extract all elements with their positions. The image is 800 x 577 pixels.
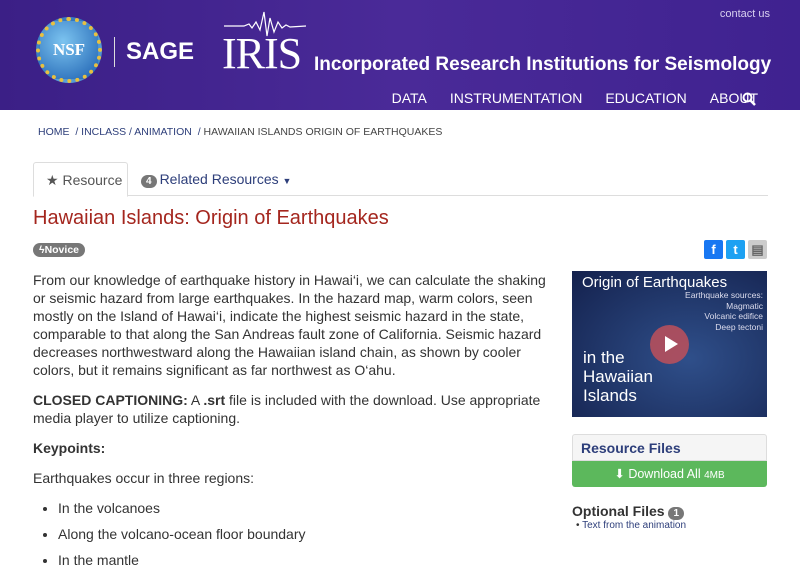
page-title: Hawaiian Islands: Origin of Earthquakes xyxy=(33,207,389,229)
cc-srt: .srt xyxy=(203,392,226,408)
optional-file-link[interactable]: Text from the animation xyxy=(582,520,686,531)
tab-resource[interactable]: ★ Resource xyxy=(33,162,128,197)
closed-captioning-note: CLOSED CAPTIONING: A .srt file is includ… xyxy=(33,391,553,427)
source-item: Volcanic edifice xyxy=(704,311,763,321)
level-badge: ϟNovice xyxy=(33,243,85,257)
tab-related-label: Related Resources xyxy=(159,171,279,187)
level-label: Novice xyxy=(44,244,79,256)
org-name: Incorporated Research Institutions for S… xyxy=(314,54,772,75)
tab-related-resources[interactable]: 4 Related Resources ▼ xyxy=(141,171,291,188)
nsf-logo[interactable]: NSF xyxy=(36,17,102,83)
optional-files-heading: Optional Files 1 xyxy=(572,503,687,520)
nav-instrumentation[interactable]: INSTRUMENTATION xyxy=(450,90,582,106)
resource-files-heading: Resource Files xyxy=(572,434,767,461)
optional-files-label: Optional Files xyxy=(572,503,665,519)
facebook-icon[interactable]: f xyxy=(704,240,723,259)
print-icon[interactable]: ▤ xyxy=(748,240,767,259)
list-item: In the volcanoes xyxy=(58,499,553,517)
list-item: In the mantle xyxy=(58,551,553,569)
logo-divider xyxy=(114,37,115,67)
contact-us-link[interactable]: contact us xyxy=(720,8,770,20)
main-nav: DATA INSTRUMENTATION EDUCATION ABOUT xyxy=(392,90,758,106)
tab-resource-label: Resource xyxy=(62,172,123,188)
iris-logo[interactable]: IRIS xyxy=(222,28,302,79)
source-item: Deep tectoni xyxy=(715,321,763,332)
sage-logo[interactable]: SAGE xyxy=(126,38,194,66)
nav-education[interactable]: EDUCATION xyxy=(605,90,686,106)
twitter-icon[interactable]: t xyxy=(726,240,745,259)
intro-paragraph: From our knowledge of earthquake history… xyxy=(33,272,546,378)
video-sources: Earthquake sources: Magmatic Volcanic ed… xyxy=(685,290,763,332)
subtitle-line: in the xyxy=(583,348,625,367)
optional-files-count: 1 xyxy=(668,507,685,520)
caret-down-icon: ▼ xyxy=(282,176,292,186)
video-subtitle: in the Hawaiian Islands xyxy=(583,348,653,405)
download-label: Download All xyxy=(628,467,701,481)
regions-list: In the volcanoes Along the volcano-ocean… xyxy=(58,499,553,569)
cc-a: A xyxy=(187,392,204,408)
subtitle-line: Hawaiian xyxy=(583,367,653,386)
breadcrumb-animation[interactable]: ANIMATION xyxy=(134,126,192,138)
share-buttons: f t ▤ xyxy=(704,240,767,259)
regions-intro: Earthquakes occur in three regions: xyxy=(33,470,255,486)
breadcrumb-inclass[interactable]: INCLASS xyxy=(81,126,126,138)
cc-label: CLOSED CAPTIONING: xyxy=(33,392,188,408)
site-header: contact us NSF SAGE IRIS Incorporated Re… xyxy=(0,0,800,110)
play-icon[interactable] xyxy=(650,325,689,364)
video-title: Origin of Earthquakes xyxy=(582,274,728,291)
keypoints-heading: Keypoints: xyxy=(33,440,106,456)
resource-description: From our knowledge of earthquake history… xyxy=(33,271,553,577)
sources-label: Earthquake sources: xyxy=(685,290,763,300)
breadcrumb-home[interactable]: HOME xyxy=(38,126,70,138)
breadcrumb: HOME / INCLASS / ANIMATION / HAWAIIAN IS… xyxy=(38,126,443,138)
breadcrumb-current: HAWAIIAN ISLANDS ORIGIN OF EARTHQUAKES xyxy=(203,126,443,138)
star-icon: ★ xyxy=(46,172,59,188)
list-item: Along the volcano-ocean floor boundary xyxy=(58,525,553,543)
search-icon[interactable] xyxy=(742,92,756,106)
source-item: Magmatic xyxy=(726,300,763,311)
download-all-button[interactable]: ⬇ Download All 4MB xyxy=(572,461,767,487)
optional-file-item: • Text from the animation xyxy=(576,520,687,531)
related-count-badge: 4 xyxy=(141,175,157,188)
tab-bar: ★ Resource 4 Related Resources ▼ xyxy=(33,162,768,197)
download-size: 4MB xyxy=(704,470,725,481)
subtitle-line: Islands xyxy=(583,386,637,405)
download-icon: ⬇ xyxy=(614,467,625,481)
video-thumbnail[interactable]: Origin of Earthquakes Earthquake sources… xyxy=(572,271,767,417)
nav-data[interactable]: DATA xyxy=(392,90,427,106)
